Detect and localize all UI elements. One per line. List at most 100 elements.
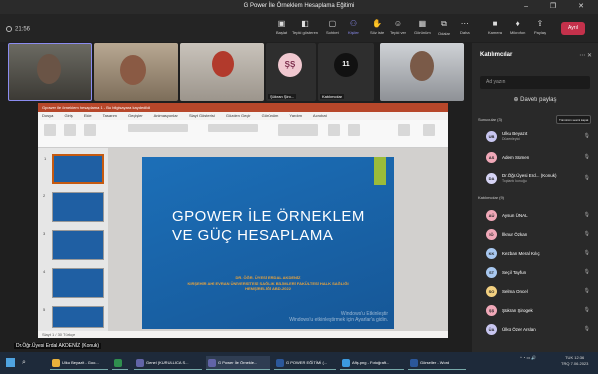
paste-icon[interactable] — [44, 124, 56, 136]
window-controls[interactable]: – ❐ ✕ — [524, 2, 594, 10]
view-button[interactable]: ▦ Görünüm — [414, 19, 431, 35]
participant-avatar: AÜ — [486, 210, 497, 221]
camera-button[interactable]: ■ Kamera — [488, 19, 502, 35]
current-slide[interactable]: GPOWER İLE ÖRNEKLEM VE GÜÇ HESAPLAMA DR. … — [142, 157, 394, 329]
leave-button[interactable]: Ayrıl — [561, 22, 585, 35]
participant-name: İlknur Özkan — [502, 232, 528, 237]
view-icon: ▦ — [418, 19, 427, 28]
system-tray[interactable]: ^ ◔ ▭ 🔊 — [520, 355, 536, 360]
presenters-header[interactable]: Sunucular (3) — [478, 117, 502, 122]
mic-off-icon: 🎙 — [583, 212, 590, 218]
more-icon: ⋯ — [460, 19, 469, 28]
ppt-menu-item[interactable]: Görünüm — [262, 113, 279, 118]
ppt-menu-item[interactable]: Dosya — [42, 113, 53, 118]
mic-icon: 🎙 — [583, 154, 590, 160]
windows-start-icon[interactable] — [6, 358, 15, 367]
ppt-menu-item[interactable]: Gözden Geçir — [226, 113, 251, 118]
slide-thumbnail[interactable]: 3 — [43, 230, 104, 260]
shapes-gallery[interactable] — [278, 124, 318, 136]
participant-row[interactable]: DA Dr.Öğr.Üyesi Erd... (Konuk) Toplantı … — [478, 171, 592, 187]
participant-row[interactable]: SO Selma Oncel 🎙 — [478, 284, 592, 300]
participant-avatar: ŞŞ — [278, 53, 302, 77]
view-label: Görünüm — [414, 30, 431, 35]
participant-avatar: ŞŞ — [486, 305, 497, 316]
taskbar-item[interactable]: Görseller - Word — [408, 356, 466, 370]
share-invite-button[interactable]: ⊕ Davetı paylaş — [480, 94, 590, 106]
ppt-menu-item[interactable]: Yardım — [289, 113, 302, 118]
taskbar-item-label: Genel (KURULLICA S... — [146, 360, 189, 365]
attendees-header[interactable]: Katılımcılar (9) — [478, 195, 504, 200]
react-button[interactable]: ◧ Tepki gösteren — [292, 19, 318, 35]
slide-thumbnail[interactable]: 4 — [43, 268, 104, 298]
participant-row[interactable]: İÖ İlknur Özkan 🎙 — [478, 227, 592, 243]
timer-text: 21:56 — [15, 26, 31, 33]
share-button[interactable]: ⇪ Paylaş — [534, 19, 546, 35]
taskbar-item-label: Görseller - Word — [420, 360, 450, 365]
people-button[interactable]: ⚇ Kişiler — [348, 19, 359, 35]
video-tile-6[interactable] — [380, 43, 464, 101]
participant-row[interactable]: KK Kezban Meral Kılıç 🎙 — [478, 246, 592, 262]
video-tile-2[interactable] — [94, 43, 178, 101]
ppt-menu-item[interactable]: Acrobat — [313, 113, 327, 118]
taskbar-clock[interactable]: TUK 12:36 TRQ 7.06.2023 — [561, 355, 588, 367]
mic-icon: ♦ — [515, 19, 520, 28]
find-icon[interactable] — [398, 124, 410, 136]
video-tile-1[interactable] — [8, 43, 92, 101]
chat-button[interactable]: ▢ Sohbet — [326, 19, 339, 35]
ppt-menu-item[interactable]: Slayt Gösterisi — [189, 113, 215, 118]
quick-styles-icon[interactable] — [348, 124, 360, 136]
taskbar-item[interactable] — [112, 356, 128, 370]
panel-header-icons[interactable]: ⋯ ✕ — [579, 52, 592, 59]
font-box[interactable] — [128, 124, 188, 132]
participant-face — [120, 55, 146, 85]
more-button[interactable]: ⋯ Daha — [460, 19, 470, 35]
participant-row[interactable]: ÜA Ülkü Özer Arslan 🎙 — [478, 322, 592, 338]
taskbar-item[interactable]: G POWER EĞİTİMİ (... — [274, 356, 336, 370]
participant-row[interactable]: ST Seçil Tayfun 🎙 — [478, 265, 592, 281]
participant-name: Kezban Meral Kılıç — [502, 251, 540, 256]
participant-row[interactable]: UB Ulku Beyazıt Düzenleyici 🎙 — [478, 129, 592, 145]
mic-button[interactable]: ♦ Mikrofon — [510, 19, 525, 35]
taskbar-item[interactable]: G Power İle Örnekle... — [206, 356, 270, 370]
teams-icon — [136, 359, 144, 367]
participant-count-avatar: 11 — [334, 53, 358, 77]
ppt-menu-item[interactable]: Tasarım — [103, 113, 117, 118]
ppt-menu-item[interactable]: Giriş — [64, 113, 72, 118]
dictate-icon[interactable] — [423, 124, 435, 136]
video-tile-5[interactable]: 11 Katılımcılar — [318, 43, 374, 101]
taskbar-item[interactable]: Ulku Beyazit - Goo... — [50, 356, 108, 370]
slide-thumbnail[interactable]: 2 — [43, 192, 104, 222]
ppt-menu-item[interactable]: Ekle — [84, 113, 92, 118]
taskbar-item[interactable]: Afiş.png - Fotoğraft... — [340, 356, 404, 370]
share-icon: ⇪ — [536, 19, 544, 28]
ppt-titlebar: Gpower ile örneklem hesaplama 1 - Bu bil… — [38, 103, 448, 112]
reaction-icon: ☺ — [393, 19, 403, 28]
taskbar-item[interactable]: Genel (KURULLICA S... — [134, 356, 202, 370]
ppt-menu-item[interactable]: Geçişler — [128, 113, 143, 118]
rooms-button[interactable]: ⧉ Odalar — [438, 19, 450, 36]
react-label: Tepki gösteren — [292, 30, 319, 35]
slide-thumbnail[interactable]: 1 — [44, 154, 104, 184]
slide-thumbnail[interactable]: 5 — [43, 306, 104, 328]
participant-row[interactable]: ŞŞ Şükran Şirogek 🎙 — [478, 303, 592, 319]
mute-all-button[interactable]: Tümünün sesini kapat — [556, 115, 592, 124]
layout-icon[interactable] — [84, 124, 96, 136]
participant-name: Seçil Tayfun — [502, 270, 527, 275]
video-tile-4[interactable]: ŞŞ Şükran Şiro... — [266, 43, 316, 101]
chat-icon: ▢ — [328, 19, 337, 28]
video-tile-3[interactable] — [180, 43, 264, 101]
participant-avatar: KK — [486, 248, 497, 259]
camera-label: Kamera — [488, 30, 503, 35]
participant-search-input[interactable]: Ad yazın — [480, 76, 590, 89]
reaction-button[interactable]: ☺ Tepki ver — [390, 19, 406, 35]
paragraph-box[interactable] — [208, 124, 258, 132]
start-button[interactable]: ▣ Başlat — [276, 19, 287, 35]
ppt-menu-item[interactable]: Animasyonlar — [154, 113, 178, 118]
participant-row[interactable]: AS Adem Sümen 🎙 — [478, 150, 592, 166]
search-icon[interactable]: ⌕ — [22, 359, 26, 367]
window-titlebar: G Power İle Örneklem Hesaplama Eğitimi –… — [0, 0, 598, 14]
new-slide-icon[interactable] — [64, 124, 76, 136]
arrange-icon[interactable] — [328, 124, 340, 136]
raise-hand-button[interactable]: ✋ Söz iste — [370, 19, 384, 35]
participant-row[interactable]: AÜ Aysun ÜNAL 🎙 — [478, 208, 592, 224]
